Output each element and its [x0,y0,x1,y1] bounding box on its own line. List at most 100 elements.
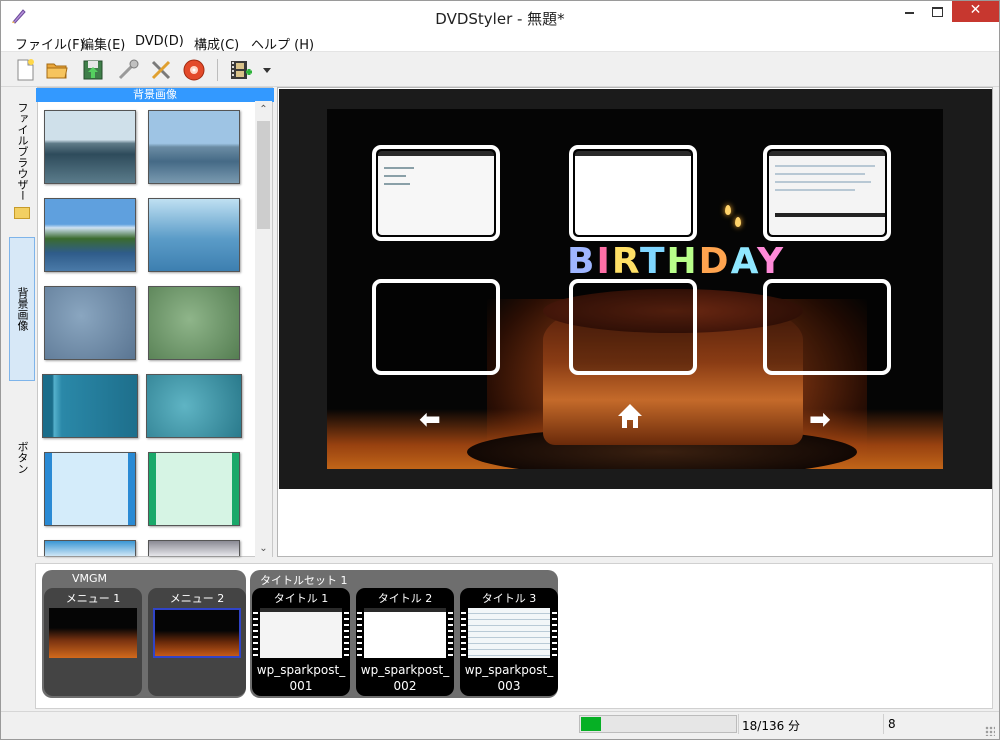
status-separator [738,714,739,734]
background-thumb-blue-texture[interactable] [44,286,136,360]
tab-buttons-label: ボタン [16,440,29,474]
scroll-up-icon[interactable]: ⌃ [255,101,272,118]
title-card-label: タイトル 3 [481,592,537,605]
film-strip-icon [552,608,557,658]
background-panel: 背景画像 [36,87,274,557]
close-icon: ✕ [969,2,982,18]
background-thumb-teal-texture[interactable] [146,374,242,438]
background-thumb-coast[interactable] [44,198,136,272]
home-icon[interactable] [615,401,645,431]
maximize-button[interactable] [923,1,953,22]
menu-button-title-1[interactable] [372,145,500,241]
window-title: DVDStyler - 無題* [435,10,565,28]
menu-dvd[interactable]: DVD(D) [135,34,184,49]
save-icon[interactable] [81,58,105,82]
text-line [775,189,855,191]
background-thumb-teal-stripes[interactable] [42,374,138,438]
menu-help[interactable]: ヘルプ (H) [251,34,314,53]
file-name-line: 001 [289,679,313,693]
file-name-line: wp_sparkpost_ [464,663,554,677]
folder-icon [14,207,30,219]
new-icon[interactable] [13,58,37,82]
tab-buttons[interactable]: ボタン [9,427,35,487]
menu-configuration[interactable]: 構成(C) [194,34,239,53]
background-thumb-mountains[interactable] [148,198,240,272]
title-3-thumbnail [468,608,550,658]
text-line [384,175,406,177]
close-button[interactable]: ✕ [952,1,999,22]
status-separator [883,714,884,734]
birthday-letter: T [639,241,667,282]
title-card-1[interactable]: タイトル 1 wp_sparkpost_ 001 [252,588,350,696]
background-thumb-blue-frame[interactable] [44,452,136,526]
panel-scrollbar[interactable]: ⌃ ⌄ [255,101,272,557]
menu-edit[interactable]: 編集(E) [81,34,125,53]
text-line [775,181,871,183]
menu-bar: ファイル(F) 編集(E) DVD(D) 構成(C) ヘルプ (H) [1,32,999,53]
vmgm-label: VMGM [72,572,108,585]
birthday-letter: I [596,241,612,282]
panel-header: 背景画像 [36,88,274,102]
film-strip-icon [344,608,349,658]
file-name-line: 002 [393,679,417,693]
properties-icon[interactable] [116,58,140,82]
background-thumb-gray-gradient[interactable] [148,540,240,556]
menu-editor-canvas[interactable]: BIRTHDAY ⬅ ➡ [277,87,993,557]
minimize-button[interactable] [895,1,925,22]
status-bar: 18/136 分 8 [1,711,999,739]
menu-card-1[interactable]: メニュー 1 [44,588,142,696]
menu-button-title-2[interactable] [569,145,697,241]
text-line [384,183,410,185]
menu-button-empty-1[interactable] [372,279,500,375]
menu-file[interactable]: ファイル(F) [15,34,85,53]
menu-card-label: メニュー 2 [169,592,225,605]
next-arrow-icon[interactable]: ➡ [809,405,831,435]
title-card-label: タイトル 2 [377,592,433,605]
burn-icon[interactable] [182,58,206,82]
candle-flame [735,217,741,227]
birthday-letter: R [611,241,640,282]
tab-backgrounds-label: 背景画像 [16,287,29,331]
resize-grip-icon[interactable] [985,726,995,736]
birthday-letter: A [730,241,757,282]
menu-button-empty-3[interactable] [763,279,891,375]
dropdown-icon[interactable] [260,58,274,82]
background-thumb-green-texture[interactable] [148,286,240,360]
status-count: 8 [888,717,896,731]
add-video-icon[interactable] [229,58,253,82]
button-thumbnail [769,151,885,235]
file-name-line: 003 [497,679,521,693]
vmgm-group: VMGM メニュー 1 メニュー 2 [42,570,246,698]
text-line [775,213,885,217]
title-card-2[interactable]: タイトル 2 wp_sparkpost_ 002 [356,588,454,696]
title-file-name: wp_sparkpost_ 001 [252,662,350,694]
disc-usage-progress-bar [579,715,737,733]
menu-button-empty-2[interactable] [569,279,697,375]
background-thumb-blue-gradient[interactable] [44,540,136,556]
settings-icon[interactable] [149,58,173,82]
app-window: DVDStyler - 無題* ✕ ファイル(F) 編集(E) DVD(D) 構… [0,0,1000,740]
birthday-letter: D [698,241,731,282]
birthday-letter: Y [756,241,786,282]
title-card-3[interactable]: タイトル 3 wp_sparkpost_ 003 [460,588,558,696]
file-name-line: wp_sparkpost_ [360,663,450,677]
title-card-label: タイトル 1 [273,592,329,605]
titleset-manager: VMGM メニュー 1 メニュー 2 タイトルセット 1 タイトル 1 wp_s… [35,563,993,709]
title-2-thumbnail [364,608,446,658]
birthday-letter: H [666,241,699,282]
background-thumb-sea[interactable] [44,110,136,184]
previous-arrow-icon[interactable]: ⬅ [419,405,441,435]
tab-folder[interactable] [9,203,35,223]
tab-backgrounds[interactable]: 背景画像 [9,237,35,381]
scroll-down-icon[interactable]: ⌄ [255,540,272,557]
text-line [775,165,875,167]
background-thumb-ship[interactable] [148,110,240,184]
menu-card-2[interactable]: メニュー 2 [148,588,246,696]
menu-button-title-3[interactable] [763,145,891,241]
scrollbar-thumb[interactable] [257,121,270,229]
file-name-line: wp_sparkpost_ [256,663,346,677]
tab-file-browser[interactable]: ファイルブラウザー [9,95,35,207]
button-thumbnail [378,151,494,235]
open-icon[interactable] [45,58,69,82]
background-thumb-green-frame[interactable] [148,452,240,526]
